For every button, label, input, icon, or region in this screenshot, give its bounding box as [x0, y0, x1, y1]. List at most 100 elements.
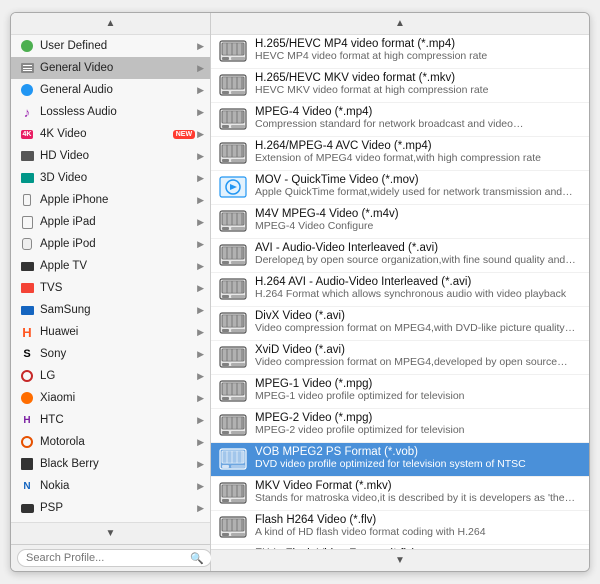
right-item-text-h264-avi: H.264 AVI - Audio-Video Interleaved (*.a… — [255, 276, 581, 302]
left-item-chevron-general-video: ▶ — [197, 63, 204, 74]
right-item-icon-mkv — [217, 480, 249, 506]
right-item-h264-avi[interactable]: H.264 AVI - Audio-Video Interleaved (*.a… — [211, 273, 589, 307]
right-item-text-h265-mkv: H.265/HEVC MKV video format (*.mkv)HEVC … — [255, 72, 581, 98]
right-item-desc-flash-h264: A kind of HD flash video format coding w… — [255, 526, 581, 540]
left-item-chevron-motorola: ▶ — [197, 437, 204, 448]
left-item-hd-video[interactable]: HD Video▶ — [11, 145, 210, 167]
right-item-desc-vob-mpeg2: DVD video profile optimized for televisi… — [255, 458, 581, 472]
right-item-icon-mpeg2 — [217, 412, 249, 438]
right-item-mpeg1[interactable]: MPEG-1 Video (*.mpg)MPEG-1 video profile… — [211, 375, 589, 409]
left-item-4k-video[interactable]: 4K4K VideoNEW▶ — [11, 123, 210, 145]
left-item-apple-tv[interactable]: Apple TV▶ — [11, 255, 210, 277]
left-panel: ▲ User Defined▶General Video▶General Aud… — [11, 13, 211, 571]
right-item-divx[interactable]: DivX Video (*.avi)Video compression form… — [211, 307, 589, 341]
right-item-desc-h265-mp4: HEVC MP4 video format at high compressio… — [255, 50, 581, 64]
left-item-htc[interactable]: HHTC▶ — [11, 409, 210, 431]
right-item-title-h264-avi: H.264 AVI - Audio-Video Interleaved (*.a… — [255, 276, 581, 288]
search-icon: 🔍 — [190, 552, 204, 565]
right-item-flash-h264[interactable]: Flash H264 Video (*.flv)A kind of HD fla… — [211, 511, 589, 545]
left-item-user-defined[interactable]: User Defined▶ — [11, 35, 210, 57]
left-item-general-audio[interactable]: General Audio▶ — [11, 79, 210, 101]
right-item-text-divx: DivX Video (*.avi)Video compression form… — [255, 310, 581, 336]
right-item-text-mpeg1: MPEG-1 Video (*.mpg)MPEG-1 video profile… — [255, 378, 581, 404]
right-scroll-up[interactable]: ▲ — [211, 13, 589, 35]
left-item-icon-lossless-audio: ♪ — [19, 104, 35, 120]
right-scroll-down[interactable]: ▼ — [211, 549, 589, 571]
left-item-xiaomi[interactable]: Xiaomi▶ — [11, 387, 210, 409]
left-item-chevron-apple-ipod: ▶ — [197, 239, 204, 250]
left-item-apple-iphone[interactable]: Apple iPhone▶ — [11, 189, 210, 211]
right-item-text-vob-mpeg2: VOB MPEG2 PS Format (*.vob)DVD video pro… — [255, 446, 581, 472]
left-item-label-sony: Sony — [40, 348, 195, 360]
right-item-h265-mp4[interactable]: H.265/HEVC MP4 video format (*.mp4)HEVC … — [211, 35, 589, 69]
search-box: 🔍 — [11, 544, 210, 571]
left-item-chevron-apple-ipad: ▶ — [197, 217, 204, 228]
left-item-label-general-video: General Video — [40, 62, 195, 74]
left-item-icon-psp — [19, 500, 35, 516]
left-item-label-3d-video: 3D Video — [40, 172, 195, 184]
left-item-icon-apple-ipod — [19, 236, 35, 252]
left-item-label-hd-video: HD Video — [40, 150, 195, 162]
left-item-lg[interactable]: LG▶ — [11, 365, 210, 387]
right-item-title-avi: AVI - Audio-Video Interleaved (*.avi) — [255, 242, 581, 254]
left-item-icon-user-defined — [19, 38, 35, 54]
left-item-label-general-audio: General Audio — [40, 84, 195, 96]
right-item-desc-h264-avi: H.264 Format which allows synchronous au… — [255, 288, 581, 302]
right-item-title-mpeg2: MPEG-2 Video (*.mpg) — [255, 412, 581, 424]
left-item-apple-ipad[interactable]: Apple iPad▶ — [11, 211, 210, 233]
right-item-mpeg4-mp4[interactable]: MPEG-4 Video (*.mp4)Compression standard… — [211, 103, 589, 137]
left-item-samsung[interactable]: SamSung▶ — [11, 299, 210, 321]
right-item-icon-flash-h264 — [217, 514, 249, 540]
right-item-mpeg2[interactable]: MPEG-2 Video (*.mpg)MPEG-2 video profile… — [211, 409, 589, 443]
right-item-title-divx: DivX Video (*.avi) — [255, 310, 581, 322]
right-item-text-mkv: MKV Video Format (*.mkv)Stands for matro… — [255, 480, 581, 506]
right-item-vob-mpeg2[interactable]: VOB MPEG2 PS Format (*.vob)DVD video pro… — [211, 443, 589, 477]
right-item-desc-divx: Video compression format on MPEG4,with D… — [255, 322, 581, 336]
left-item-label-apple-ipod: Apple iPod — [40, 238, 195, 250]
left-item-chevron-xiaomi: ▶ — [197, 393, 204, 404]
left-item-psp[interactable]: PSP▶ — [11, 497, 210, 519]
right-item-mkv[interactable]: MKV Video Format (*.mkv)Stands for matro… — [211, 477, 589, 511]
left-item-3d-video[interactable]: 3D Video▶ — [11, 167, 210, 189]
left-item-icon-apple-ipad — [19, 214, 35, 230]
right-item-text-mpeg4-mp4: MPEG-4 Video (*.mp4)Compression standard… — [255, 106, 581, 132]
right-item-h265-mkv[interactable]: H.265/HEVC MKV video format (*.mkv)HEVC … — [211, 69, 589, 103]
left-item-icon-htc: H — [19, 412, 35, 428]
right-item-desc-mov-quicktime: Apple QuickTime format,widely used for n… — [255, 186, 581, 200]
left-item-icon-blackberry — [19, 456, 35, 472]
left-item-lossless-audio[interactable]: ♪Lossless Audio▶ — [11, 101, 210, 123]
left-item-label-samsung: SamSung — [40, 304, 195, 316]
left-item-label-4k-video: 4K Video — [40, 128, 170, 140]
right-item-title-vob-mpeg2: VOB MPEG2 PS Format (*.vob) — [255, 446, 581, 458]
right-item-desc-mpeg2: MPEG-2 video profile optimized for telev… — [255, 424, 581, 438]
left-item-chevron-huawei: ▶ — [197, 327, 204, 338]
right-item-xvid[interactable]: XviD Video (*.avi)Video compression form… — [211, 341, 589, 375]
left-item-sony[interactable]: SSony▶ — [11, 343, 210, 365]
left-item-icon-motorola — [19, 434, 35, 450]
right-item-desc-mkv: Stands for matroska video,it is describe… — [255, 492, 581, 506]
right-item-icon-mpeg1 — [217, 378, 249, 404]
right-item-h264-mp4[interactable]: H.264/MPEG-4 AVC Video (*.mp4)Extension … — [211, 137, 589, 171]
right-item-m4v[interactable]: M4V MPEG-4 Video (*.m4v)MPEG-4 Video Con… — [211, 205, 589, 239]
right-item-icon-xvid — [217, 344, 249, 370]
left-item-label-psp: PSP — [40, 502, 195, 514]
right-item-text-avi: AVI - Audio-Video Interleaved (*.avi)Der… — [255, 242, 581, 268]
left-item-label-xiaomi: Xiaomi — [40, 392, 195, 404]
left-item-icon-hd-video — [19, 148, 35, 164]
right-item-mov-quicktime[interactable]: MOV - QuickTime Video (*.mov)Apple Quick… — [211, 171, 589, 205]
left-item-chevron-htc: ▶ — [197, 415, 204, 426]
right-item-title-mpeg4-mp4: MPEG-4 Video (*.mp4) — [255, 106, 581, 118]
left-item-apple-ipod[interactable]: Apple iPod▶ — [11, 233, 210, 255]
left-item-nokia[interactable]: NNokia▶ — [11, 475, 210, 497]
left-scroll-up[interactable]: ▲ — [11, 13, 210, 35]
left-item-motorola[interactable]: Motorola▶ — [11, 431, 210, 453]
left-item-general-video[interactable]: General Video▶ — [11, 57, 210, 79]
left-item-huawei[interactable]: HHuawei▶ — [11, 321, 210, 343]
left-scroll-down[interactable]: ▼ — [11, 522, 210, 544]
right-item-avi[interactable]: AVI - Audio-Video Interleaved (*.avi)Der… — [211, 239, 589, 273]
right-item-text-m4v: M4V MPEG-4 Video (*.m4v)MPEG-4 Video Con… — [255, 208, 581, 234]
search-input[interactable] — [17, 549, 212, 567]
right-item-desc-avi: Derelopeд by open source organization,wi… — [255, 254, 581, 268]
left-item-tvs[interactable]: TVS▶ — [11, 277, 210, 299]
left-item-blackberry[interactable]: Black Berry▶ — [11, 453, 210, 475]
